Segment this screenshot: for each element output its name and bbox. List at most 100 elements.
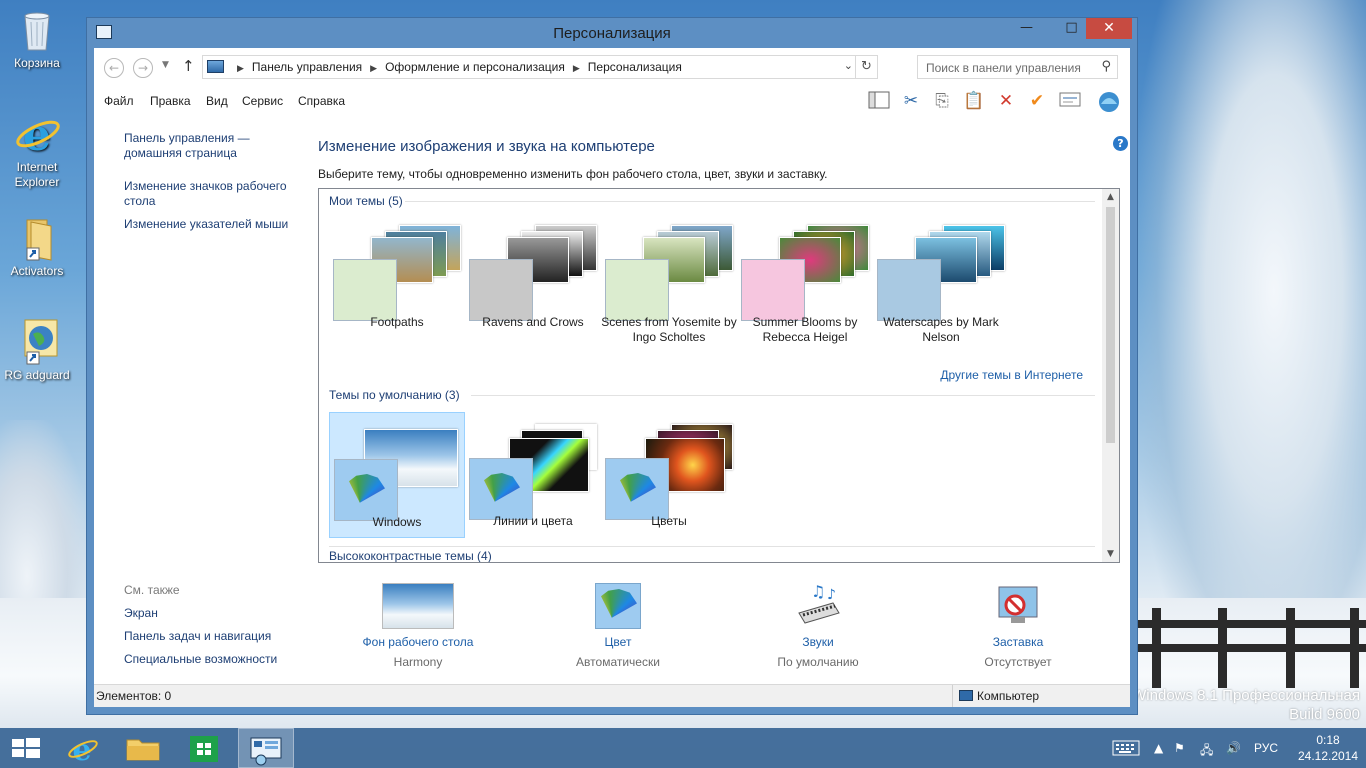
sidebar-link-desktop-icons[interactable]: Изменение значков рабочего стола	[124, 179, 294, 209]
properties-icon[interactable]	[1058, 90, 1082, 112]
theme-name: Ravens and Crows	[482, 315, 584, 329]
address-dropdown-icon[interactable]: ⌄	[844, 59, 853, 72]
my-themes-header[interactable]: Мои темы (5)	[329, 194, 403, 208]
desktop-icon-internet-explorer[interactable]: e Internet Explorer	[0, 110, 74, 190]
taskbar: e ▲ ⚑ 🖧 🔊 РУС 0:18 24.12.2014	[0, 728, 1366, 768]
show-hidden-icons-icon[interactable]: ▲	[1154, 741, 1163, 755]
sounds-title[interactable]: Звуки	[728, 635, 908, 649]
theme-name: Windows	[372, 515, 422, 529]
scroll-up-icon[interactable]: ▲	[1102, 192, 1119, 202]
see-also-accessibility[interactable]: Специальные возможности	[124, 652, 294, 667]
screensaver-setting[interactable]: Заставка Отсутствует	[928, 583, 1108, 669]
breadcrumb-control-panel[interactable]: Панель управления	[252, 60, 362, 74]
theme-list-scrollbar[interactable]: ▲ ▼	[1102, 189, 1119, 562]
maximize-button[interactable]: □	[1058, 18, 1085, 39]
color-icon	[595, 583, 641, 629]
breadcrumb-separator-icon[interactable]: ▶	[573, 63, 580, 73]
taskbar-internet-explorer[interactable]: e	[56, 728, 112, 768]
more-themes-online-link[interactable]: Другие темы в Интернете	[940, 368, 1083, 382]
close-button[interactable]: ✕	[1086, 18, 1132, 39]
theme-waterscapes[interactable]: Waterscapes by Mark Nelson	[873, 213, 1009, 344]
search-box[interactable]: Поиск в панели управления ⚲	[917, 55, 1118, 79]
taskbar-store[interactable]	[176, 728, 232, 768]
menu-help[interactable]: Справка	[298, 94, 345, 108]
network-icon[interactable]: 🖧	[1200, 741, 1213, 762]
sidebar-link-mouse-pointers[interactable]: Изменение указателей мыши	[124, 217, 294, 232]
divider	[405, 201, 1095, 202]
high-contrast-themes-header[interactable]: Высококонтрастные темы (4)	[329, 549, 492, 562]
delete-icon[interactable]: ✕	[994, 90, 1018, 112]
desktop-icon-rg-adguard[interactable]: RG adguard	[0, 318, 74, 383]
internet-explorer-icon: e	[68, 733, 98, 768]
clock-time[interactable]: 0:18	[1296, 733, 1360, 747]
folder-shortcut-icon	[13, 214, 61, 262]
svg-text:♪: ♪	[827, 587, 836, 603]
breadcrumb: ▶ Панель управления ▶ Оформление и персонал…	[229, 60, 682, 74]
back-arrow-icon[interactable]: ←	[104, 58, 124, 78]
theme-ravens-and-crows[interactable]: Ravens and Crows	[465, 213, 601, 339]
touch-keyboard-icon[interactable]	[1112, 740, 1140, 759]
refresh-icon[interactable]: ↻	[855, 56, 877, 78]
up-arrow-icon[interactable]: ↑	[182, 57, 195, 75]
start-button[interactable]	[0, 728, 56, 768]
input-language-indicator[interactable]: РУС	[1254, 741, 1278, 755]
sidebar-link-control-panel-home[interactable]: Панель управления — домашняя страница	[124, 131, 294, 161]
taskbar-file-explorer[interactable]	[115, 728, 171, 768]
minimize-button[interactable]: —	[1013, 18, 1040, 39]
theme-summer-blooms[interactable]: Summer Blooms by Rebecca Heigel	[737, 213, 873, 344]
layout-pane-icon[interactable]	[867, 90, 891, 112]
status-bar: Элементов: 0 Компьютер	[94, 684, 1130, 707]
sounds-icon: ♫ ♪	[793, 582, 843, 629]
shell-icon[interactable]	[1097, 90, 1121, 112]
desktop-icon-recycle-bin[interactable]: Корзина	[0, 6, 74, 71]
copy-icon[interactable]: ⎘	[930, 90, 954, 112]
sounds-setting[interactable]: ♫ ♪ Звуки По умолчанию	[728, 582, 908, 669]
breadcrumb-separator-icon[interactable]: ▶	[237, 63, 244, 73]
address-bar[interactable]: ▶ Панель управления ▶ Оформление и персонал…	[202, 55, 878, 79]
color-title[interactable]: Цвет	[528, 635, 708, 649]
desktop-background-setting[interactable]: Фон рабочего стола Harmony	[328, 583, 508, 669]
volume-icon[interactable]: 🔊	[1226, 741, 1241, 755]
theme-lines-and-colors[interactable]: Линии и цвета	[465, 412, 601, 538]
theme-footpaths[interactable]: Footpaths	[329, 213, 465, 339]
menu-tools[interactable]: Сервис	[242, 94, 283, 108]
scrollbar-thumb[interactable]	[1106, 207, 1115, 443]
theme-flowers[interactable]: Цветы	[601, 412, 737, 538]
default-themes-header[interactable]: Темы по умолчанию (3)	[329, 388, 460, 402]
action-center-flag-icon[interactable]: ⚑	[1174, 741, 1185, 755]
cut-icon[interactable]: ✂	[899, 90, 923, 112]
search-icon[interactable]: ⚲	[1101, 59, 1111, 74]
desktop-icon-activators[interactable]: Activators	[0, 214, 74, 279]
wallpaper-fence	[1138, 598, 1366, 688]
theme-windows[interactable]: Windows	[329, 412, 465, 538]
see-also-display[interactable]: Экран	[124, 606, 294, 621]
theme-scenes-from-yosemite[interactable]: Scenes from Yosemite by Ingo Scholtes	[601, 213, 737, 344]
taskbar-control-panel[interactable]	[238, 728, 294, 768]
desktop-background-icon	[382, 583, 454, 629]
window-title: Персонализация	[553, 25, 671, 42]
menu-view[interactable]: Вид	[206, 94, 228, 108]
scroll-down-icon[interactable]: ▼	[1102, 549, 1119, 559]
breadcrumb-separator-icon[interactable]: ▶	[370, 63, 377, 73]
menu-file[interactable]: Файл	[104, 94, 134, 108]
breadcrumb-appearance[interactable]: Оформление и персонализация	[385, 60, 565, 74]
paste-icon[interactable]: 📋	[962, 90, 986, 112]
menu-edit[interactable]: Правка	[150, 94, 191, 108]
theme-list[interactable]: Мои темы (5) Footpaths Ravens and Crows …	[318, 188, 1120, 563]
theme-name: Waterscapes by Mark Nelson	[883, 315, 999, 344]
title-bar[interactable]: Персонализация — □ ✕	[87, 18, 1137, 48]
screensaver-title[interactable]: Заставка	[928, 635, 1108, 649]
checkmark-icon[interactable]: ✔	[1025, 90, 1049, 112]
desktop-background-title[interactable]: Фон рабочего стола	[328, 635, 508, 649]
see-also-taskbar[interactable]: Панель задач и навигация	[124, 629, 294, 644]
help-icon[interactable]: ?	[1113, 136, 1128, 151]
desktop-icon-label: Корзина	[14, 56, 60, 70]
desktop-icon-label: Internet Explorer	[14, 160, 60, 189]
recent-pages-dropdown-icon[interactable]: ▼	[162, 60, 169, 70]
breadcrumb-personalization[interactable]: Персонализация	[588, 60, 682, 74]
clock-date[interactable]: 24.12.2014	[1296, 749, 1360, 763]
color-fan-icon	[349, 474, 385, 503]
color-setting[interactable]: Цвет Автоматически	[528, 583, 708, 669]
desktop-icon-label: RG adguard	[4, 368, 70, 382]
forward-arrow-icon[interactable]: →	[133, 58, 153, 78]
